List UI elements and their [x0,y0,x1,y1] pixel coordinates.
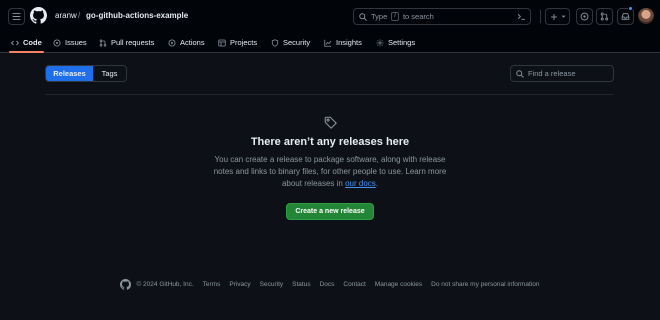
search-icon [359,12,367,21]
repo-tab-nav: Code Issues Pull requests Actions Projec… [0,32,660,53]
command-palette-button[interactable] [513,8,530,25]
copyright-text: © 2024 GitHub, Inc. [136,280,194,288]
releases-tab-button[interactable]: Releases [46,66,93,81]
issue-opened-icon [580,12,589,21]
tab-label: Settings [388,38,416,47]
description-text: You can create a release to package soft… [213,155,447,188]
find-release-input[interactable]: Find a release [510,65,614,82]
tab-label: Security [283,38,311,47]
empty-state: There aren’t any releases here You can c… [0,116,660,220]
search-shortcut-key: / [391,12,399,21]
create-new-button[interactable] [545,8,570,25]
breadcrumb-owner[interactable]: aranw [55,11,77,20]
play-icon [168,39,176,47]
pull-request-icon [600,12,609,21]
github-mark-icon [30,7,47,24]
code-icon [11,39,19,47]
search-prefix: Type [371,12,388,21]
avatar[interactable] [638,8,654,24]
app-header: aranw / go-github-actions-example Type /… [0,0,660,53]
chevron-down-icon [561,15,565,18]
tab-label: Actions [180,38,205,47]
docs-link[interactable]: our docs [345,179,376,188]
tags-tab-button[interactable]: Tags [93,66,126,81]
footer-link-security[interactable]: Security [260,281,283,288]
search-suffix: to search [402,12,434,21]
tab-pull-requests[interactable]: Pull requests [99,32,154,53]
footer-link-status[interactable]: Status [292,281,310,288]
pull-request-icon [99,38,107,47]
footer-link-privacy[interactable]: Privacy [229,281,250,288]
inbox-icon [621,13,630,20]
tab-actions[interactable]: Actions [168,32,205,53]
tab-label: Insights [336,38,362,47]
find-release-placeholder: Find a release [528,69,576,78]
shield-icon [271,38,279,47]
footer-copyright: © 2024 GitHub, Inc. [120,278,194,290]
gear-icon [376,39,384,47]
github-logo[interactable] [30,7,47,24]
tab-label: Projects [230,38,258,47]
tab-label: Code [23,38,42,47]
tab-code[interactable]: Code [9,32,44,53]
terminal-icon [517,13,525,20]
section-divider [45,94,614,95]
issue-icon [53,39,61,47]
site-footer: © 2024 GitHub, Inc. Terms Privacy Securi… [0,277,660,291]
releases-tags-switcher: Releases Tags [45,65,127,82]
footer-link-terms[interactable]: Terms [203,281,221,288]
table-icon [218,39,226,47]
breadcrumb-separator: / [78,11,81,20]
header-divider [540,10,541,23]
breadcrumb-repo[interactable]: go-github-actions-example [86,11,188,20]
top-bar: aranw / go-github-actions-example Type /… [0,0,660,32]
github-mark-icon[interactable] [120,278,132,290]
plus-icon [550,13,557,20]
menu-icon [12,13,21,20]
notification-indicator [628,6,633,11]
tab-insights[interactable]: Insights [324,32,362,53]
tab-label: Issues [65,38,87,47]
tab-issues[interactable]: Issues [53,32,87,53]
graph-icon [324,39,332,47]
hamburger-menu-button[interactable] [8,8,25,25]
footer-link-docs[interactable]: Docs [320,281,335,288]
tag-icon [324,116,337,129]
footer-link-contact[interactable]: Contact [343,281,365,288]
pull-requests-button[interactable] [596,8,613,25]
global-search-input[interactable]: Type / to search [353,8,531,25]
tab-security[interactable]: Security [271,32,310,53]
description-end: . [375,179,379,188]
tab-label: Pull requests [111,38,155,47]
issues-button[interactable] [576,8,593,25]
search-icon [516,69,524,78]
empty-state-title: There aren’t any releases here [250,136,410,148]
tab-projects[interactable]: Projects [218,32,257,53]
tab-settings[interactable]: Settings [376,32,415,53]
empty-state-description: You can create a release to package soft… [205,154,455,190]
footer-link-do-not-share[interactable]: Do not share my personal information [431,281,539,288]
create-release-button[interactable]: Create a new release [286,203,374,220]
footer-link-manage-cookies[interactable]: Manage cookies [375,281,422,288]
